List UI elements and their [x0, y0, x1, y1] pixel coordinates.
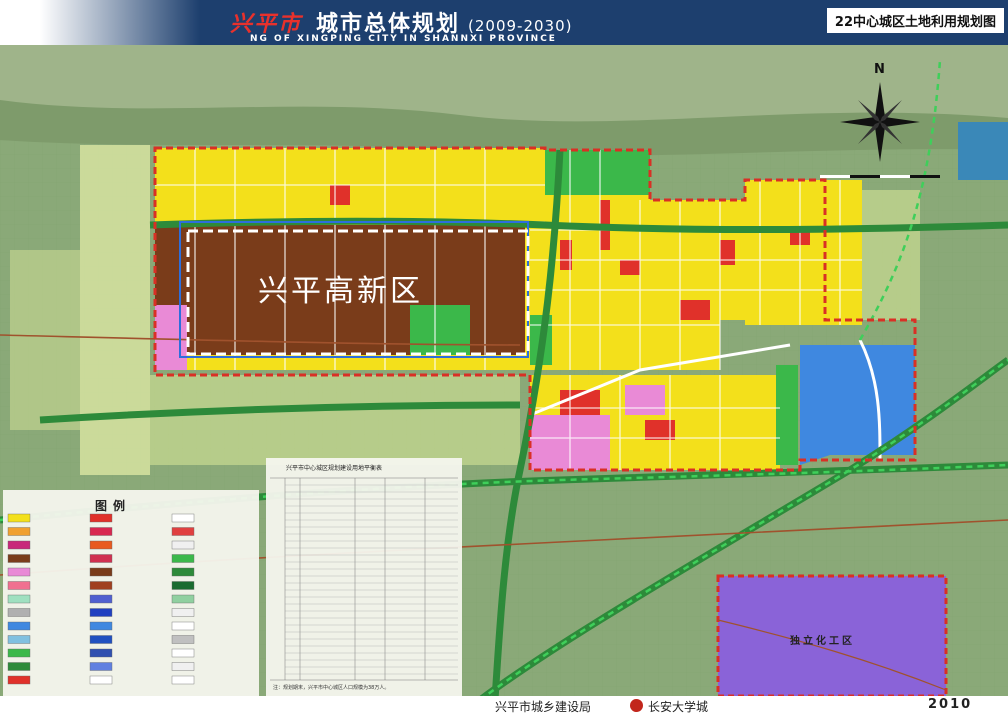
legend-swatch	[171, 527, 195, 536]
legend-swatch	[171, 621, 195, 631]
legend-swatch	[171, 648, 195, 658]
industrial-pink-west	[155, 305, 187, 370]
university-logo-icon	[630, 699, 643, 712]
legend-swatch	[7, 675, 31, 685]
legend-swatch	[7, 540, 31, 550]
legend-swatch	[171, 581, 195, 590]
scale-bar	[820, 175, 940, 178]
english-subtitle: NG OF XINGPING CITY IN SHANNXI PROVINCE	[250, 34, 557, 44]
banner-fade	[0, 0, 200, 45]
logistics-zone	[800, 345, 915, 465]
legend-swatch	[171, 608, 195, 617]
farmland-east	[860, 190, 920, 320]
legend-swatch	[7, 581, 31, 590]
legend-swatch	[89, 662, 113, 671]
legend-swatch	[89, 648, 113, 658]
legend-swatch	[171, 554, 195, 563]
legend-swatch	[171, 567, 195, 577]
sheet-label: 22中心城区土地利用规划图	[826, 8, 1004, 33]
legend-swatch	[7, 621, 31, 631]
table-note: 注：规划期末，兴平市中心城区人口规模为38万人。	[273, 685, 390, 691]
institute-name: 长安大学城	[648, 700, 709, 714]
legend-swatch	[89, 581, 113, 590]
legend-swatch	[171, 513, 195, 523]
legend-title: 图例	[95, 499, 132, 513]
legend-swatch	[89, 554, 113, 563]
legend-swatch	[7, 554, 31, 563]
north-label: N	[874, 62, 885, 77]
legend-swatch	[89, 527, 113, 536]
land-use-map-sheet: 兴平市 城市总体规划 (2009-2030) NG OF XINGPING CITY…	[0, 0, 1008, 717]
green-belt-2	[776, 365, 798, 465]
legend-swatch	[89, 635, 113, 644]
legend-swatch	[89, 513, 113, 523]
green-belt-3	[410, 305, 470, 355]
legend-swatch	[7, 608, 31, 617]
footer-year: 2010	[928, 697, 973, 712]
title-banner: 兴平市 城市总体规划 (2009-2030) NG OF XINGPING CITY…	[0, 0, 1008, 45]
legend-swatch	[171, 662, 195, 671]
table-title: 兴平市中心城区规划建设用地平衡表	[286, 465, 383, 472]
planner-name: 兴平市城乡建设局	[495, 700, 592, 714]
farmland-west-2	[10, 250, 80, 430]
legend-swatch	[89, 621, 113, 631]
legend-swatch	[171, 540, 195, 550]
legend-swatch	[171, 635, 195, 644]
hitech-zone-label: 兴平高新区	[258, 274, 423, 309]
legend-swatch	[89, 594, 113, 604]
farmland-west	[80, 145, 150, 475]
legend-swatch	[89, 567, 113, 577]
table-panel	[266, 458, 462, 696]
education-south-2	[625, 385, 665, 415]
legend-swatch	[7, 662, 31, 671]
legend-swatch	[7, 513, 31, 523]
legend-swatch	[171, 594, 195, 604]
legend-swatch	[7, 527, 31, 536]
legend-panel	[3, 490, 259, 696]
legend-swatch	[7, 594, 31, 604]
legend-swatch	[89, 608, 113, 617]
legend-swatch	[171, 675, 195, 685]
urban-area-east	[745, 180, 862, 325]
legend-swatch	[7, 567, 31, 577]
chemical-zone-label: 独立化工区	[790, 636, 855, 647]
legend-swatch	[7, 648, 31, 658]
reservoir	[958, 122, 1008, 180]
map-canvas	[0, 45, 1008, 703]
legend-swatch	[89, 540, 113, 550]
farmland-south	[150, 375, 520, 465]
legend-swatch	[89, 675, 113, 685]
plan-years: (2009-2030)	[468, 17, 573, 35]
legend-swatch	[7, 635, 31, 644]
